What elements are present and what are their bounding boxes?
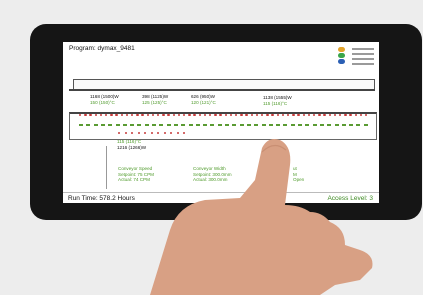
hand-shape <box>150 139 373 295</box>
hand-pointing-overlay <box>150 139 373 295</box>
